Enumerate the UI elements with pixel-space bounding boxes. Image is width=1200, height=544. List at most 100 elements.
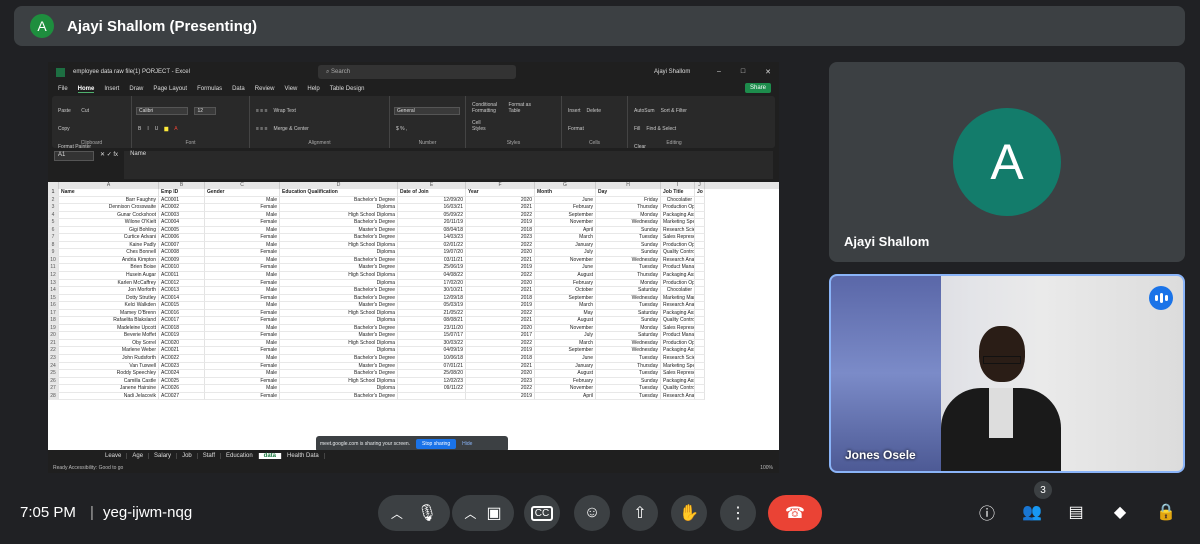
- table-row[interactable]: 16 Kelci Walkden AC0015 Male Master's Degree…: [48, 302, 779, 310]
- table-cell[interactable]: High School Diploma: [280, 241, 398, 250]
- menu-item-view[interactable]: View: [284, 86, 297, 92]
- table-cell[interactable]: Name: [59, 189, 159, 197]
- table-row[interactable]: 9 Ches Bonnell AC0008 Female Diploma 19/07/20…: [48, 249, 779, 257]
- table-cell[interactable]: Packaging Associate: [661, 377, 695, 386]
- table-cell[interactable]: Tuesday: [596, 385, 661, 393]
- sheet-tab-staff[interactable]: Staff: [198, 453, 221, 459]
- table-cell[interactable]: Sunday: [596, 317, 661, 325]
- table-cell[interactable]: Male: [205, 196, 280, 205]
- table-cell[interactable]: AC0016: [159, 309, 205, 318]
- table-cell[interactable]: Female: [205, 264, 280, 273]
- table-cell[interactable]: AC0025: [159, 377, 205, 386]
- table-cell[interactable]: High School Diploma: [280, 339, 398, 348]
- table-cell[interactable]: 09/11/22: [398, 385, 466, 393]
- camera-button[interactable]: ︿ ▣: [452, 495, 514, 531]
- table-cell[interactable]: September: [535, 347, 596, 356]
- table-cell[interactable]: Emp ID: [159, 189, 205, 197]
- table-cell[interactable]: Rafaelita Blaksland: [59, 317, 159, 325]
- table-cell[interactable]: AC0013: [159, 287, 205, 295]
- table-cell[interactable]: Wednesday: [596, 294, 661, 303]
- table-cell[interactable]: April: [535, 226, 596, 235]
- table-cell[interactable]: Female: [205, 332, 280, 340]
- table-cell[interactable]: Bachelor's Degree: [280, 355, 398, 363]
- table-cell[interactable]: Sales Representative: [661, 234, 695, 242]
- table-cell[interactable]: 16/03/21: [398, 204, 466, 212]
- menu-item-insert[interactable]: Insert: [104, 86, 119, 92]
- table-cell[interactable]: [695, 279, 705, 288]
- table-cell[interactable]: 2021: [466, 287, 535, 295]
- sheet-tab-education[interactable]: Education: [221, 453, 259, 459]
- table-cell[interactable]: Master's Degree: [280, 226, 398, 235]
- italic-button[interactable]: I: [147, 126, 148, 132]
- table-cell[interactable]: 2023: [466, 234, 535, 242]
- menu-item-formulas[interactable]: Formulas: [197, 86, 222, 92]
- table-cell[interactable]: Month: [535, 189, 596, 197]
- table-cell[interactable]: AC0008: [159, 249, 205, 257]
- table-cell[interactable]: 2019: [466, 219, 535, 227]
- table-cell[interactable]: 25/06/19: [398, 264, 466, 273]
- table-cell[interactable]: 2022: [466, 241, 535, 250]
- table-row[interactable]: 24 Van Tuxwell AC0023 Female Master's Degree…: [48, 362, 779, 371]
- table-cell[interactable]: Production Operator: [661, 339, 695, 348]
- table-cell[interactable]: [695, 347, 705, 356]
- table-cell[interactable]: AC0005: [159, 226, 205, 235]
- table-cell[interactable]: Research Analyst: [661, 302, 695, 310]
- table-cell[interactable]: 08/04/18: [398, 226, 466, 235]
- sheet-tab-health-data[interactable]: Health Data: [282, 453, 325, 459]
- table-cell[interactable]: Bachelor's Degree: [280, 196, 398, 205]
- table-row[interactable]: 26 Camilla Castle AC0025 Female High School …: [48, 377, 779, 386]
- table-cell[interactable]: 2023: [466, 377, 535, 386]
- cut-button[interactable]: Cut: [81, 108, 89, 114]
- table-cell[interactable]: Male: [205, 226, 280, 235]
- info-button[interactable]: ⓘ: [975, 500, 999, 524]
- column-header[interactable]: F: [466, 182, 535, 189]
- table-cell[interactable]: Brien Boise: [59, 264, 159, 273]
- table-cell[interactable]: Marketing Manager: [661, 294, 695, 303]
- table-cell[interactable]: [695, 377, 705, 386]
- table-cell[interactable]: Packaging Associate: [661, 309, 695, 318]
- table-cell[interactable]: Barr Faughny: [59, 196, 159, 205]
- table-cell[interactable]: 21/05/22: [398, 309, 466, 318]
- table-row[interactable]: 2 Barr Faughny AC0001 Male Bachelor's Degree…: [48, 196, 779, 205]
- table-cell[interactable]: February: [535, 279, 596, 288]
- table-cell[interactable]: AC0012: [159, 279, 205, 288]
- table-cell[interactable]: AC0027: [159, 392, 205, 401]
- table-cell[interactable]: 2022: [466, 211, 535, 220]
- window-controls[interactable]: – □ ✕: [717, 68, 771, 76]
- table-row[interactable]: 8 Kaine Padly AC0007 Male High School Diplom…: [48, 241, 779, 250]
- table-cell[interactable]: April: [535, 392, 596, 401]
- table-cell[interactable]: AC0018: [159, 324, 205, 333]
- table-cell[interactable]: Monday: [596, 324, 661, 333]
- format-cells-button[interactable]: Format: [568, 126, 584, 132]
- table-cell[interactable]: Marketing Specialist: [661, 362, 695, 371]
- table-cell[interactable]: Education Qualification: [280, 189, 398, 197]
- captions-button[interactable]: CC: [524, 495, 560, 531]
- table-cell[interactable]: Bachelor's Degree: [280, 256, 398, 265]
- table-cell[interactable]: Production Operator: [661, 279, 695, 288]
- table-cell[interactable]: 2021: [466, 204, 535, 212]
- table-cell[interactable]: 2018: [466, 294, 535, 303]
- table-cell[interactable]: [695, 302, 705, 310]
- table-cell[interactable]: 2021: [466, 256, 535, 265]
- table-cell[interactable]: AC0017: [159, 317, 205, 325]
- mic-button[interactable]: ︿ 🎙: [378, 495, 450, 531]
- column-header[interactable]: A: [59, 182, 159, 189]
- table-cell[interactable]: High School Diploma: [280, 377, 398, 386]
- table-cell[interactable]: [695, 196, 705, 205]
- table-cell[interactable]: Tuesday: [596, 302, 661, 310]
- table-cell[interactable]: Year: [466, 189, 535, 197]
- table-cell[interactable]: 2022: [466, 272, 535, 280]
- table-cell[interactable]: Wilone O'Kielt: [59, 219, 159, 227]
- underline-button[interactable]: U: [155, 126, 159, 132]
- table-cell[interactable]: Female: [205, 279, 280, 288]
- people-button[interactable]: 👥: [1020, 500, 1044, 524]
- table-cell[interactable]: AC0021: [159, 347, 205, 356]
- table-cell[interactable]: [695, 294, 705, 303]
- table-cell[interactable]: Bachelor's Degree: [280, 287, 398, 295]
- table-cell[interactable]: AC0011: [159, 272, 205, 280]
- table-cell[interactable]: Marlene Weber: [59, 347, 159, 356]
- menu-item-help[interactable]: Help: [307, 86, 319, 92]
- format-as-table-button[interactable]: Format as Table: [508, 102, 534, 114]
- table-cell[interactable]: Male: [205, 355, 280, 363]
- table-cell[interactable]: Sunday: [596, 241, 661, 250]
